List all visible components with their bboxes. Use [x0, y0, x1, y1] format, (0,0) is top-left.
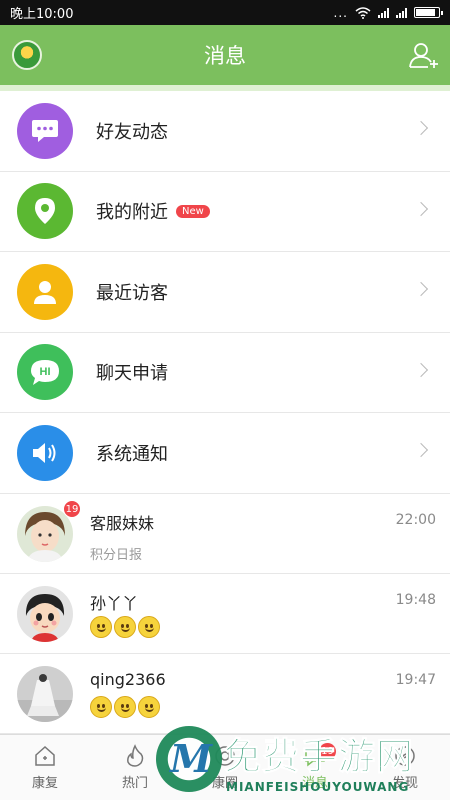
tab-label: 康圈 [211, 776, 238, 791]
unread-badge: 19 [63, 500, 81, 518]
chat-list: 19 客服妹妹 22:00 积分日报 孙丫丫 19:48 qing2366 19… [0, 494, 450, 734]
location-pin-icon [17, 183, 73, 240]
person-icon [17, 263, 73, 320]
add-friend-icon[interactable] [408, 39, 440, 71]
status-time: 晚上10:00 [10, 7, 74, 22]
circle-icon [215, 746, 235, 766]
smiley-icon [114, 616, 136, 638]
header-bar: 消息 [0, 25, 450, 85]
tab-rehab[interactable]: 康复 [0, 735, 90, 800]
chevron-right-icon [413, 442, 429, 458]
chat-row[interactable]: 孙丫丫 19:48 [0, 574, 450, 654]
menu-label: 我的附近 [96, 202, 168, 224]
signal-icon-2 [396, 7, 407, 18]
compass-icon [395, 746, 415, 766]
tab-label: 康复 [31, 776, 58, 791]
menu-item-friend-updates[interactable]: 好友动态 [0, 91, 450, 172]
smiley-icon [90, 696, 112, 718]
status-icons: ... [333, 5, 443, 20]
smiley-icon [138, 696, 160, 718]
tab-badge: 19 [319, 743, 336, 760]
smiley-icon [114, 696, 136, 718]
menu-item-chat-requests[interactable]: HI 聊天申请 [0, 333, 450, 413]
page-title: 消息 [204, 44, 246, 68]
battery-icon [414, 7, 443, 18]
chat-time: 22:00 [395, 512, 436, 528]
chevron-right-icon [413, 362, 429, 377]
flame-icon [127, 744, 144, 767]
hi-glyph: HI [40, 366, 51, 378]
signal-icon [378, 7, 389, 18]
avatar: 19 [17, 500, 81, 562]
hi-bubble-icon: HI [17, 344, 73, 401]
chat-name: 客服妹妹 [90, 514, 155, 533]
bottom-tab-bar: 康复 热门 康圈 19 消息 发现 [0, 734, 450, 800]
chat-row[interactable]: 19 客服妹妹 22:00 积分日报 [0, 494, 450, 574]
chat-bubble-icon [17, 102, 73, 159]
tab-label: 消息 [301, 776, 328, 791]
menu-item-system-notice[interactable]: 系统通知 [0, 413, 450, 494]
status-bar: 晚上10:00 ... [0, 0, 450, 25]
chat-preview: 积分日报 [90, 548, 143, 563]
chat-time: 19:48 [395, 592, 436, 608]
menu-item-recent-visitors[interactable]: 最近访客 [0, 252, 450, 333]
user-avatar[interactable] [12, 40, 42, 70]
chat-row[interactable]: qing2366 19:47 [0, 654, 450, 734]
new-badge: New [176, 204, 210, 218]
tab-hot[interactable]: 热门 [90, 735, 180, 800]
chat-name: 孙丫丫 [90, 594, 139, 613]
menu-label: 最近访客 [96, 282, 168, 304]
emoji-preview [90, 616, 160, 638]
avatar [17, 586, 73, 642]
avatar [17, 666, 73, 722]
tab-messages[interactable]: 19 消息 [270, 735, 360, 800]
wifi-icon [355, 6, 371, 19]
tab-label: 热门 [121, 776, 148, 791]
chevron-right-icon [413, 120, 429, 136]
menu-label: 系统通知 [96, 443, 168, 465]
speaker-icon [17, 424, 73, 481]
chat-name: qing2366 [90, 670, 166, 689]
chevron-right-icon [413, 201, 429, 216]
tab-circle[interactable]: 康圈 [180, 735, 270, 800]
more-dots-icon: ... [333, 5, 348, 20]
menu-item-nearby[interactable]: 我的附近 New [0, 172, 450, 252]
smiley-icon [138, 616, 160, 638]
emoji-preview [90, 696, 160, 718]
menu-list: 好友动态 我的附近 New 最近访客 HI 聊天申请 系统通知 [0, 91, 450, 494]
chevron-right-icon [413, 281, 429, 297]
smiley-icon [90, 616, 112, 638]
menu-label: 好友动态 [96, 121, 168, 143]
tab-label: 发现 [391, 776, 418, 791]
tab-discover[interactable]: 发现 [360, 735, 450, 800]
home-icon [35, 745, 55, 766]
chat-time: 19:47 [395, 672, 436, 688]
menu-label: 聊天申请 [96, 363, 168, 385]
